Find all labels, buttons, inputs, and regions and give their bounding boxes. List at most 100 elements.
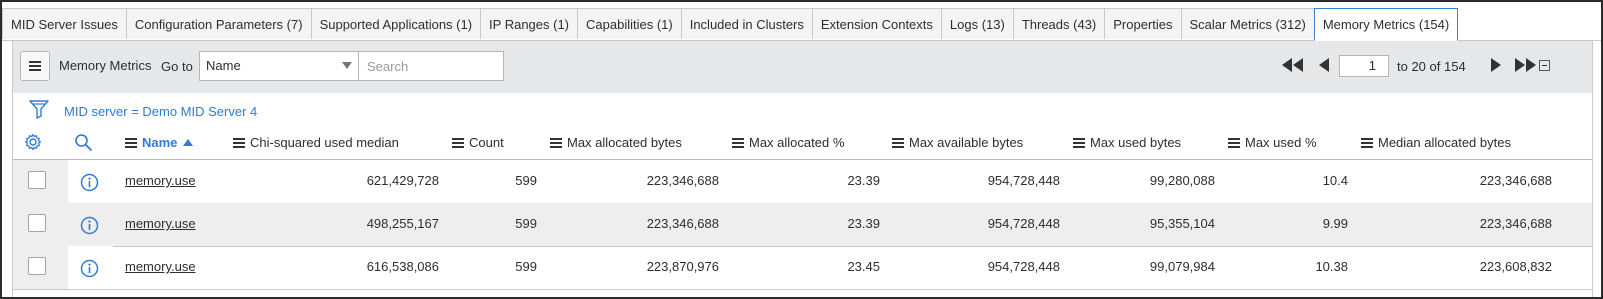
tab-configuration-parameters[interactable]: Configuration Parameters (7) bbox=[125, 8, 312, 39]
column-label: Name bbox=[142, 135, 178, 150]
list-toolbar: Memory Metrics Go to Name 1 to 20 of 154 bbox=[13, 41, 1592, 93]
cell-max-available-bytes: 954,728,448 bbox=[987, 173, 1060, 188]
row-select-cell bbox=[13, 160, 68, 203]
cell-max-allocated-pct: 23.45 bbox=[847, 259, 880, 274]
search-icon[interactable] bbox=[74, 133, 93, 152]
cell-max-allocated-bytes: 223,870,976 bbox=[646, 259, 719, 274]
info-icon[interactable] bbox=[80, 216, 99, 235]
table-row: memory.use 621,429,728 599 223,346,688 2… bbox=[13, 160, 1592, 204]
column-header-max-used-bytes[interactable]: Max used bytes bbox=[1073, 135, 1181, 150]
filter-condition-link[interactable]: MID server = Demo MID Server 4 bbox=[64, 104, 257, 119]
cell-chi-squared-used-median: 621,429,728 bbox=[366, 173, 439, 188]
page-range-text: to 20 of 154 bbox=[1397, 59, 1466, 74]
cell-max-allocated-pct: 23.39 bbox=[847, 216, 880, 231]
hamburger-icon bbox=[29, 61, 41, 63]
column-label: Count bbox=[469, 135, 504, 150]
first-page-button[interactable] bbox=[1282, 58, 1306, 72]
tab-ip-ranges[interactable]: IP Ranges (1) bbox=[480, 8, 579, 39]
cell-max-used-bytes: 99,280,088 bbox=[1149, 173, 1215, 188]
hamburger-icon-bar bbox=[29, 65, 41, 67]
row-checkbox[interactable] bbox=[28, 257, 46, 275]
hamburger-icon-bar bbox=[29, 69, 41, 71]
filter-breadcrumb: MID server = Demo MID Server 4 bbox=[13, 93, 1592, 127]
goto-label: Go to bbox=[161, 59, 193, 74]
last-page-button[interactable] bbox=[1515, 58, 1539, 72]
list-menu-button[interactable] bbox=[20, 51, 50, 81]
column-menu-icon[interactable] bbox=[1361, 138, 1373, 148]
column-menu-icon[interactable] bbox=[1073, 138, 1085, 148]
tab-scalar-metrics[interactable]: Scalar Metrics (312) bbox=[1180, 8, 1315, 39]
cell-max-available-bytes: 954,728,448 bbox=[987, 259, 1060, 274]
tab-logs[interactable]: Logs (13) bbox=[940, 8, 1014, 39]
collapse-icon[interactable] bbox=[1539, 60, 1550, 71]
column-label: Max available bytes bbox=[909, 135, 1024, 150]
list-title: Memory Metrics bbox=[59, 58, 152, 73]
next-page-button[interactable] bbox=[1491, 58, 1503, 72]
cell-median-allocated-bytes: 223,346,688 bbox=[1479, 173, 1552, 188]
column-label: Median allocated bytes bbox=[1378, 135, 1511, 150]
column-header-count[interactable]: Count bbox=[452, 135, 504, 150]
column-menu-icon[interactable] bbox=[452, 138, 464, 148]
column-label: Max allocated bytes bbox=[567, 135, 682, 150]
cell-max-allocated-bytes: 223,346,688 bbox=[646, 173, 719, 188]
first-page-icon-part bbox=[1293, 58, 1303, 72]
previous-page-icon bbox=[1319, 58, 1329, 72]
tab-properties[interactable]: Properties bbox=[1104, 8, 1182, 39]
column-label: Max used % bbox=[1245, 135, 1317, 150]
name-link[interactable]: memory.use bbox=[125, 173, 196, 188]
tab-supported-applications[interactable]: Supported Applications (1) bbox=[310, 8, 482, 39]
cell-max-used-pct: 10.4 bbox=[1322, 173, 1348, 188]
column-menu-icon[interactable] bbox=[233, 138, 245, 148]
cell-max-used-pct: 10.38 bbox=[1315, 259, 1348, 274]
column-menu-icon[interactable] bbox=[732, 138, 744, 148]
info-icon[interactable] bbox=[80, 259, 99, 278]
cell-count: 599 bbox=[515, 259, 537, 274]
row-checkbox[interactable] bbox=[28, 171, 46, 189]
chevron-down-icon bbox=[342, 62, 352, 69]
column-menu-icon[interactable] bbox=[892, 138, 904, 148]
tab-memory-metrics[interactable]: Memory Metrics (154) bbox=[1313, 8, 1459, 41]
tab-mid-server-issues[interactable]: MID Server Issues bbox=[2, 8, 127, 39]
row-select-cell bbox=[13, 246, 68, 289]
tab-included-in-clusters[interactable]: Included in Clusters bbox=[680, 8, 813, 39]
previous-page-button[interactable] bbox=[1319, 58, 1331, 72]
column-header-max-used-pct[interactable]: Max used % bbox=[1228, 135, 1317, 150]
column-menu-icon[interactable] bbox=[125, 138, 137, 148]
column-header-max-allocated-bytes[interactable]: Max allocated bytes bbox=[550, 135, 682, 150]
info-icon[interactable] bbox=[80, 173, 99, 192]
cell-max-used-bytes: 95,355,104 bbox=[1149, 216, 1215, 231]
tab-capabilities[interactable]: Capabilities (1) bbox=[577, 8, 682, 39]
column-label: Max used bytes bbox=[1090, 135, 1182, 150]
page-number-input[interactable]: 1 bbox=[1339, 55, 1389, 77]
last-page-icon-part bbox=[1526, 58, 1536, 72]
column-label: Chi-squared used median bbox=[250, 135, 399, 150]
cell-max-used-pct: 9.99 bbox=[1322, 216, 1348, 231]
gear-icon[interactable] bbox=[24, 133, 42, 151]
column-header-max-available-bytes[interactable]: Max available bytes bbox=[892, 135, 1023, 150]
table-row: memory.use 616,538,086 599 223,870,976 2… bbox=[13, 246, 1592, 290]
goto-field-select[interactable]: Name bbox=[199, 51, 359, 81]
column-label: Max allocated % bbox=[749, 135, 845, 150]
related-lists-frame: MID Server Issues Configuration Paramete… bbox=[0, 0, 1603, 299]
cell-max-used-bytes: 99,079,984 bbox=[1149, 259, 1215, 274]
column-header-median-allocated-bytes[interactable]: Median allocated bytes bbox=[1361, 135, 1511, 150]
column-header-chi-squared-used-median[interactable]: Chi-squared used median bbox=[233, 135, 399, 150]
column-menu-icon[interactable] bbox=[1228, 138, 1240, 148]
row-checkbox[interactable] bbox=[28, 214, 46, 232]
filter-funnel-icon[interactable] bbox=[29, 99, 49, 119]
column-header-name[interactable]: Name bbox=[125, 135, 194, 150]
cell-count: 599 bbox=[515, 173, 537, 188]
column-header-max-allocated-pct[interactable]: Max allocated % bbox=[732, 135, 844, 150]
next-page-icon bbox=[1491, 58, 1501, 72]
column-menu-icon[interactable] bbox=[550, 138, 562, 148]
sort-ascending-icon bbox=[183, 139, 194, 146]
tab-threads[interactable]: Threads (43) bbox=[1012, 8, 1106, 39]
tab-extension-contexts[interactable]: Extension Contexts bbox=[811, 8, 942, 39]
first-page-icon bbox=[1282, 58, 1292, 72]
cell-max-allocated-pct: 23.39 bbox=[847, 173, 880, 188]
name-link[interactable]: memory.use bbox=[125, 216, 196, 231]
memory-metrics-list: Memory Metrics Go to Name 1 to 20 of 154 bbox=[12, 41, 1593, 297]
goto-selected-value: Name bbox=[206, 58, 241, 73]
search-input[interactable] bbox=[358, 51, 504, 81]
name-link[interactable]: memory.use bbox=[125, 259, 196, 274]
